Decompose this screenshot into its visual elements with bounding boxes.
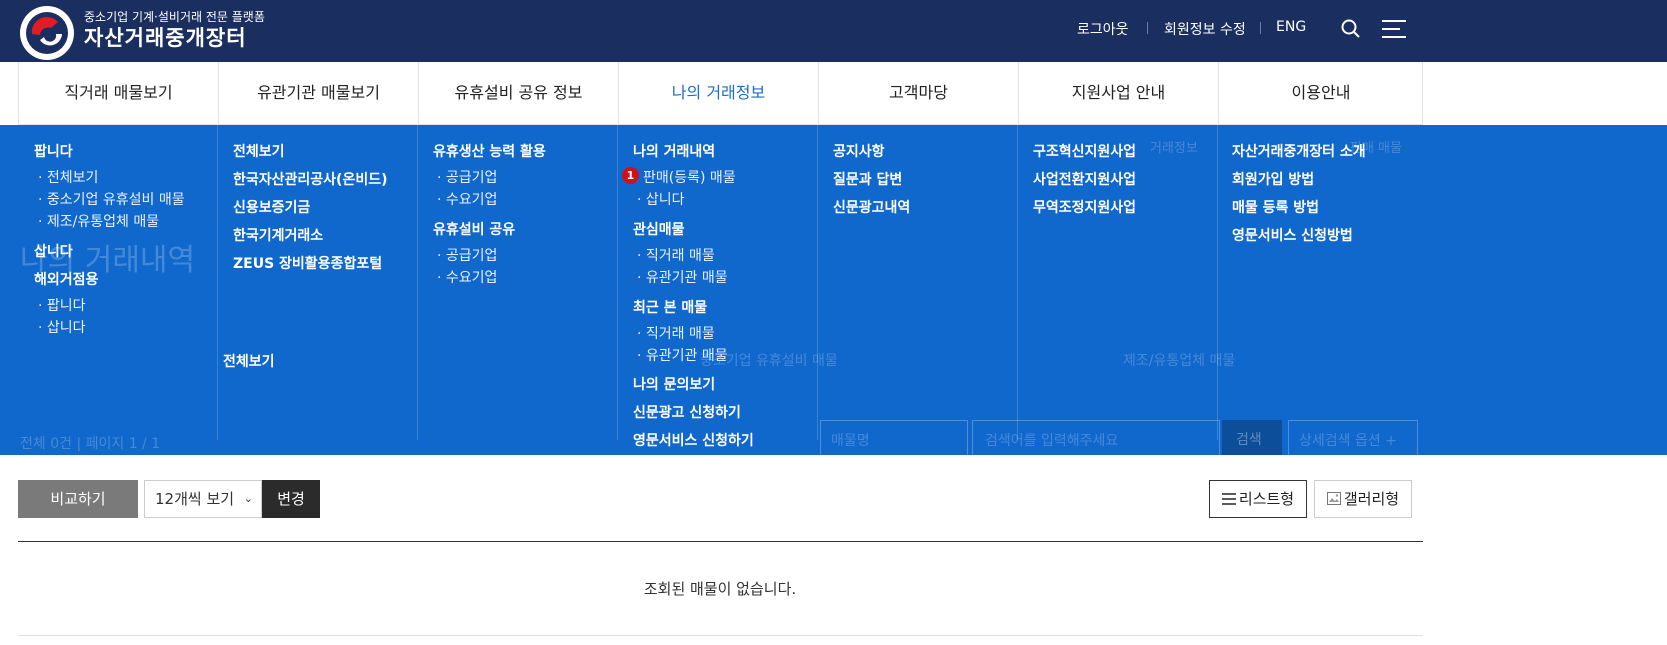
- menu-ad-apply[interactable]: 신문광고 신청하기: [633, 402, 741, 422]
- menu-overseas-sell[interactable]: · 팝니다: [38, 295, 86, 315]
- menu-sell[interactable]: 팝니다: [34, 141, 73, 161]
- hamburger-menu-icon[interactable]: [1380, 15, 1408, 43]
- menu-capacity-demand[interactable]: · 수요기업: [437, 189, 497, 209]
- nav-customer-center[interactable]: 고객마당: [819, 62, 1019, 124]
- menu-english-apply[interactable]: 영문서비스 신청하기: [633, 430, 754, 450]
- menu-my-history[interactable]: 나의 거래내역: [633, 141, 715, 161]
- notification-badge: 1: [622, 167, 639, 184]
- chevron-down-icon: ⌄: [243, 492, 253, 505]
- menu-interest[interactable]: 관심매물: [633, 219, 685, 239]
- edit-profile-link[interactable]: 회원정보 수정: [1164, 19, 1246, 39]
- list-bottom-divider: [18, 635, 1423, 636]
- underlay-detail-search: 상세검색 옵션 +: [1288, 420, 1418, 455]
- menu-all-view[interactable]: 전체보기: [223, 351, 275, 371]
- menu-buy[interactable]: 삽니다: [34, 241, 73, 261]
- menu-qna[interactable]: 질문과 답변: [833, 169, 902, 189]
- menu-agency-all[interactable]: 전체보기: [233, 141, 285, 161]
- menu-interest-direct[interactable]: · 직거래 매물: [637, 245, 715, 265]
- menu-sell-all[interactable]: · 전체보기: [38, 167, 98, 187]
- per-page-value: 12개씩 보기: [155, 490, 235, 508]
- menu-conversion-support[interactable]: 사업전환지원사업: [1033, 169, 1136, 189]
- per-page-select[interactable]: 12개씩 보기 ⌄: [144, 480, 262, 518]
- mega-menu-dropdown: 나의 거래내역 거래정보 판매 매물 중소기업 유휴설비 매물 제조/유통업체 …: [0, 125, 1667, 455]
- nav-agency-listings[interactable]: 유관기관 매물보기: [219, 62, 419, 124]
- menu-site-intro[interactable]: 자산거래중개장터 소개: [1232, 141, 1366, 161]
- main-navigation: 직거래 매물보기 유관기관 매물보기 유휴설비 공유 정보 나의 거래정보 고객…: [18, 62, 1423, 125]
- list-view-button[interactable]: 리스트형: [1209, 480, 1307, 518]
- nav-my-trades[interactable]: 나의 거래정보: [619, 62, 819, 124]
- top-header: 중소기업 기계·설비거래 전문 플랫폼 자산거래중개장터 로그아웃 회원정보 수…: [0, 0, 1667, 62]
- change-button[interactable]: 변경: [262, 480, 320, 518]
- menu-kmx[interactable]: 한국기계거래소: [233, 225, 323, 245]
- nav-idle-equipment-info[interactable]: 유휴설비 공유 정보: [419, 62, 619, 124]
- gallery-view-label: 갤러리형: [1343, 490, 1400, 508]
- menu-my-buy[interactable]: · 삽니다: [637, 189, 685, 209]
- menu-recent[interactable]: 최근 본 매물: [633, 297, 707, 317]
- menu-ad-history[interactable]: 신문광고내역: [833, 197, 910, 217]
- menu-share-supplier[interactable]: · 공급기업: [437, 245, 497, 265]
- menu-zeus-portal[interactable]: ZEUS 장비활용종합포털: [233, 253, 382, 273]
- menu-sell-sme[interactable]: · 중소기업 유휴설비 매물: [38, 189, 185, 209]
- menu-idle-capacity[interactable]: 유휴생산 능력 활용: [433, 141, 546, 161]
- menu-trade-support[interactable]: 무역조정지원사업: [1033, 197, 1136, 217]
- image-icon: [1326, 492, 1341, 505]
- menu-kodit[interactable]: 신용보증기금: [233, 197, 310, 217]
- gallery-view-button[interactable]: 갤러리형: [1314, 480, 1412, 518]
- menu-sell-mfg[interactable]: · 제조/유통업체 매물: [38, 211, 159, 231]
- menu-overseas[interactable]: 해외거점용: [34, 269, 98, 289]
- underlay-search-button: 검색: [1222, 420, 1282, 455]
- menu-recent-agency[interactable]: · 유관기관 매물: [637, 345, 728, 365]
- list-icon: [1221, 493, 1236, 505]
- menu-my-inquiries[interactable]: 나의 문의보기: [633, 374, 715, 394]
- menu-register-guide[interactable]: 매물 등록 방법: [1232, 197, 1319, 217]
- menu-kamco-onbid[interactable]: 한국자산관리공사(온비드): [233, 169, 387, 189]
- site-brand-title[interactable]: 자산거래중개장터: [84, 22, 247, 52]
- list-view-label: 리스트형: [1238, 490, 1295, 508]
- menu-capacity-supplier[interactable]: · 공급기업: [437, 167, 497, 187]
- menu-overseas-buy[interactable]: · 삽니다: [38, 317, 86, 337]
- menu-english-guide[interactable]: 영문서비스 신청방법: [1232, 225, 1353, 245]
- language-toggle[interactable]: ENG: [1276, 19, 1306, 35]
- menu-my-sale-listings[interactable]: 판매(등록) 매물: [643, 167, 736, 187]
- menu-notice[interactable]: 공지사항: [833, 141, 885, 161]
- search-icon[interactable]: [1340, 18, 1362, 40]
- empty-results-message: 조회된 매물이 없습니다.: [643, 580, 797, 598]
- header-divider: [1147, 22, 1148, 34]
- nav-usage-guide[interactable]: 이용안내: [1219, 62, 1423, 124]
- menu-interest-agency[interactable]: · 유관기관 매물: [637, 267, 728, 287]
- logout-link[interactable]: 로그아웃: [1077, 19, 1129, 39]
- menu-recent-direct[interactable]: · 직거래 매물: [637, 323, 715, 343]
- menu-share-demand[interactable]: · 수요기업: [437, 267, 497, 287]
- logo-emblem-icon[interactable]: [18, 4, 76, 62]
- compare-button[interactable]: 비교하기: [18, 480, 138, 518]
- nav-direct-listings[interactable]: 직거래 매물보기: [19, 62, 219, 124]
- nav-support-programs[interactable]: 지원사업 안내: [1019, 62, 1219, 124]
- menu-equipment-share[interactable]: 유휴설비 공유: [433, 219, 515, 239]
- list-top-divider: [18, 541, 1423, 542]
- menu-restructure-support[interactable]: 구조혁신지원사업: [1033, 141, 1136, 161]
- menu-join-guide[interactable]: 회원가입 방법: [1232, 169, 1314, 189]
- header-divider: [1260, 22, 1261, 34]
